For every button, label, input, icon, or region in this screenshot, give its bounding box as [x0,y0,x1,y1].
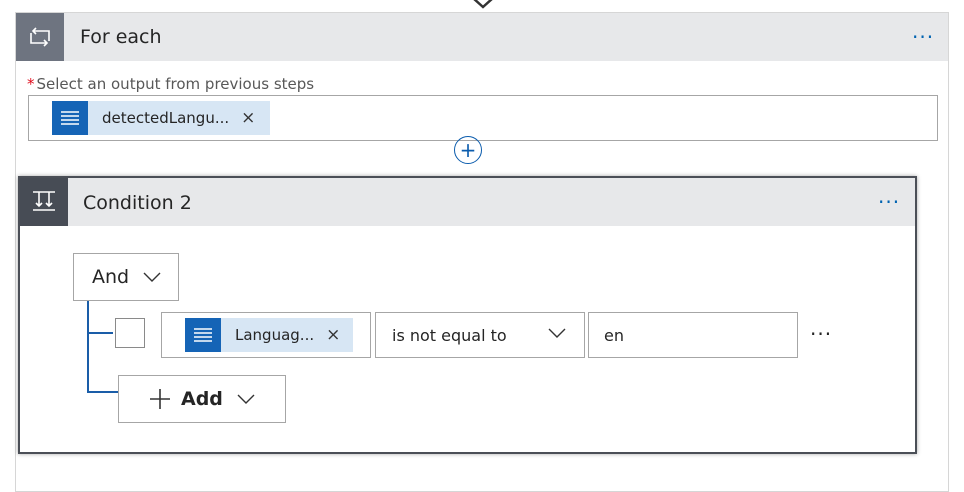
select-output-field[interactable]: detectedLangu... × [28,95,938,141]
connector-arrow-icon [473,0,493,9]
operator-label: is not equal to [392,325,507,345]
text-lines-icon [52,101,88,135]
tree-line-add [87,391,118,393]
group-operator-dropdown[interactable]: And [73,253,179,301]
token-remove-button[interactable]: × [241,109,255,127]
condition-title: Condition 2 [83,192,192,214]
condition-header[interactable]: Condition 2 ··· [20,178,915,226]
token-remove-button[interactable]: × [326,326,340,344]
value-input[interactable]: en [588,312,798,358]
tree-line-vertical [87,301,89,393]
operator-dropdown[interactable]: is not equal to [375,312,585,358]
tree-line-row [87,332,113,334]
row-select-checkbox[interactable] [115,318,145,348]
chevron-down-icon [143,272,161,282]
add-button[interactable]: Add [118,375,286,423]
token-label: Languag... [235,326,315,344]
condition-more-button[interactable]: ··· [878,192,900,212]
dynamic-content-token[interactable]: Languag... × [185,318,353,352]
select-output-label-text: Select an output from previous steps [36,75,315,93]
required-mark: * [27,75,35,93]
token-label: detectedLangu... [102,109,230,127]
foreach-more-button[interactable]: ··· [912,27,934,47]
foreach-title: For each [80,26,162,48]
foreach-header[interactable]: For each ··· [16,13,948,61]
loop-icon [16,13,64,61]
row-more-button[interactable]: ··· [810,324,832,344]
left-operand-field[interactable]: Languag... × [161,312,371,358]
chevron-down-icon [237,394,255,404]
group-operator-label: And [92,266,130,288]
text-lines-icon [185,318,221,352]
condition-icon [20,178,68,226]
add-step-button[interactable]: + [454,136,482,164]
condition-card: Condition 2 ··· And Languag... × is not … [18,176,917,454]
chevron-down-icon [548,328,566,338]
dynamic-content-token[interactable]: detectedLangu... × [52,101,270,135]
select-output-label: * Select an output from previous steps [27,75,314,93]
value-text: en [604,325,624,345]
add-label: Add [181,388,223,410]
plus-icon [150,389,170,409]
